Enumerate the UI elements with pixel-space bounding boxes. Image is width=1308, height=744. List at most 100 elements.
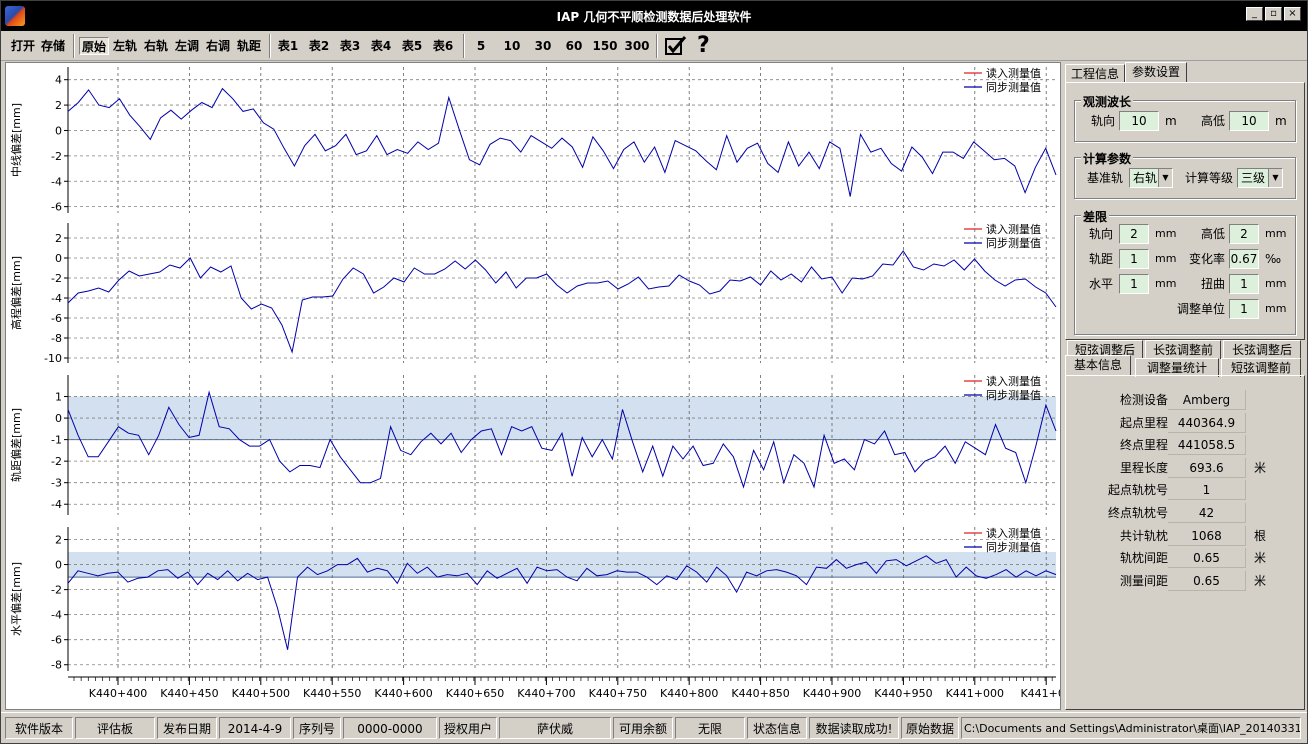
checkbox-icon[interactable]	[664, 35, 688, 57]
legend-read-label: 读入测量值	[986, 526, 1041, 540]
close-button[interactable]: ×	[1284, 7, 1301, 21]
mm-unit: mm	[1155, 227, 1177, 240]
calc-grade-label: 计算等级	[1185, 171, 1234, 185]
table-6-button[interactable]: 表6	[429, 37, 457, 55]
x-tick-label: K440+750	[589, 687, 647, 700]
y-axis-label: 中线偏差[mm]	[9, 103, 23, 177]
info-label: 终点里程	[1119, 438, 1168, 453]
x-tick-label: K441+000	[946, 687, 1004, 700]
table-1-button[interactable]: 表1	[274, 37, 302, 55]
open-button[interactable]: 打开	[9, 37, 37, 55]
direction-wavelength-field[interactable]: 10	[1119, 111, 1159, 131]
series-line	[67, 250, 1057, 354]
y-tick-label: 1	[55, 391, 62, 404]
mm-unit: mm	[1265, 277, 1287, 290]
y-tick-label: -6	[51, 201, 62, 214]
base-rail-select[interactable]: 右轨 ▼	[1129, 168, 1173, 188]
legend-sync-label: 同步测量值	[986, 81, 1041, 94]
table-5-button[interactable]: 表5	[398, 37, 426, 55]
parameter-settings-page: 观测波长 轨向 10 m 高低 10 m 计算参数 基准轨 右轨 ▼ 计算等级 …	[1065, 82, 1305, 340]
info-value: 1	[1168, 480, 1246, 501]
view-right-adjust-button[interactable]: 右调	[203, 37, 233, 55]
height-label: 高低	[1201, 114, 1226, 128]
limit-height-label: 高低	[1201, 227, 1226, 241]
info-value: Amberg	[1168, 390, 1246, 410]
y-tick-label: -4	[51, 609, 62, 622]
span-150-button[interactable]: 150	[592, 37, 618, 55]
table-3-button[interactable]: 表3	[336, 37, 364, 55]
toolbar-separator	[269, 34, 271, 58]
view-gauge-button[interactable]: 轨距	[234, 37, 264, 55]
info-label: 测量间距	[1119, 573, 1168, 588]
status-bar: 软件版本 评估板 发布日期 2014-4-9 序列号 0000-0000 授权用…	[1, 712, 1307, 743]
release-date-value: 2014-4-9	[219, 717, 291, 739]
tab-project-info[interactable]: 工程信息	[1065, 64, 1125, 83]
status-info-value: 数据读取成功!	[809, 717, 899, 739]
limit-height-field[interactable]: 2	[1229, 224, 1259, 244]
toolbar: 打开 存储 原始 左轨 右轨 左调 右调 轨距 表1 表2 表3 表4 表5 表…	[1, 31, 1307, 61]
y-axis-label: 轨距偏差[mm]	[9, 408, 23, 482]
calc-grade-select[interactable]: 三级 ▼	[1237, 168, 1283, 188]
info-unit: 根	[1254, 528, 1267, 543]
limits-group: 差限 轨向 2 mm 高低 2 mm 轨距 1 mm 变化率 0.67 ‰ 水平…	[1074, 208, 1296, 335]
y-tick-label: -3	[51, 477, 62, 490]
chevron-down-icon[interactable]: ▼	[1158, 169, 1172, 187]
view-original-button[interactable]: 原始	[79, 37, 109, 55]
table-2-button[interactable]: 表2	[305, 37, 333, 55]
y-tick-label: -1	[51, 434, 62, 447]
tab-basic-info[interactable]: 基本信息	[1065, 355, 1131, 375]
info-label: 起点轨枕号	[1107, 483, 1168, 498]
basic-info-page: 检测设备 Amberg 起点里程 440364.9 终点里程 441058.5 里程长度 69…	[1065, 375, 1305, 710]
base-rail-label: 基准轨	[1087, 171, 1124, 185]
toolbar-separator	[463, 34, 465, 58]
x-tick-label: K440+900	[803, 687, 861, 700]
view-left-rail-button[interactable]: 左轨	[110, 37, 140, 55]
limit-level-field[interactable]: 1	[1119, 274, 1149, 294]
y-tick-label: -4	[51, 175, 62, 188]
limit-rate-field[interactable]: 0.67	[1229, 249, 1259, 269]
limit-twist-label: 扭曲	[1201, 277, 1226, 291]
span-300-button[interactable]: 300	[623, 37, 651, 55]
limit-twist-field[interactable]: 1	[1229, 274, 1259, 294]
release-date-label: 发布日期	[157, 717, 217, 739]
legend-sync-label: 同步测量值	[986, 237, 1041, 250]
tab-long-chord-before[interactable]: 长弦调整前	[1145, 340, 1221, 359]
y-tick-label: 0	[55, 124, 62, 137]
info-value: 1068	[1168, 525, 1246, 546]
limit-direction-label: 轨向	[1089, 227, 1114, 241]
y-tick-label: -4	[51, 292, 62, 305]
tab-parameter-settings[interactable]: 参数设置	[1125, 62, 1187, 83]
minimize-button[interactable]: _	[1246, 7, 1263, 21]
span-60-button[interactable]: 60	[561, 37, 587, 55]
info-label: 终点轨枕号	[1107, 506, 1168, 520]
y-tick-label: -6	[51, 634, 62, 647]
adjust-unit-field[interactable]: 1	[1229, 299, 1259, 319]
info-unit: 米	[1254, 460, 1267, 475]
chevron-down-icon[interactable]: ▼	[1268, 169, 1282, 187]
tab-long-chord-after[interactable]: 长弦调整后	[1223, 340, 1301, 359]
height-unit: m	[1275, 114, 1287, 128]
save-button[interactable]: 存储	[39, 37, 67, 55]
span-10-button[interactable]: 10	[499, 37, 525, 55]
x-tick-label: K440+850	[731, 687, 789, 700]
info-value: 0.65	[1168, 570, 1246, 591]
limit-direction-field[interactable]: 2	[1119, 224, 1149, 244]
span-30-button[interactable]: 30	[530, 37, 556, 55]
view-left-adjust-button[interactable]: 左调	[172, 37, 202, 55]
view-right-rail-button[interactable]: 右轨	[141, 37, 171, 55]
span-5-button[interactable]: 5	[468, 37, 494, 55]
serial-label: 序列号	[293, 717, 341, 739]
calc-params-group: 计算参数 基准轨 右轨 ▼ 计算等级 三级 ▼	[1074, 150, 1296, 199]
table-4-button[interactable]: 表4	[367, 37, 395, 55]
licensed-user-value: 萨伏威	[499, 717, 611, 739]
limit-gauge-field[interactable]: 1	[1119, 249, 1149, 269]
y-tick-label: 0	[55, 559, 62, 572]
maximize-button[interactable]: ▫	[1265, 7, 1282, 21]
x-tick-label: K440+550	[303, 687, 361, 700]
height-wavelength-field[interactable]: 10	[1229, 111, 1269, 131]
question-icon[interactable]: ?	[697, 33, 715, 59]
info-label: 检测设备	[1119, 393, 1168, 407]
y-tick-label: -8	[51, 659, 62, 672]
software-version-value: 评估板	[75, 717, 155, 739]
mm-unit: mm	[1265, 302, 1287, 315]
